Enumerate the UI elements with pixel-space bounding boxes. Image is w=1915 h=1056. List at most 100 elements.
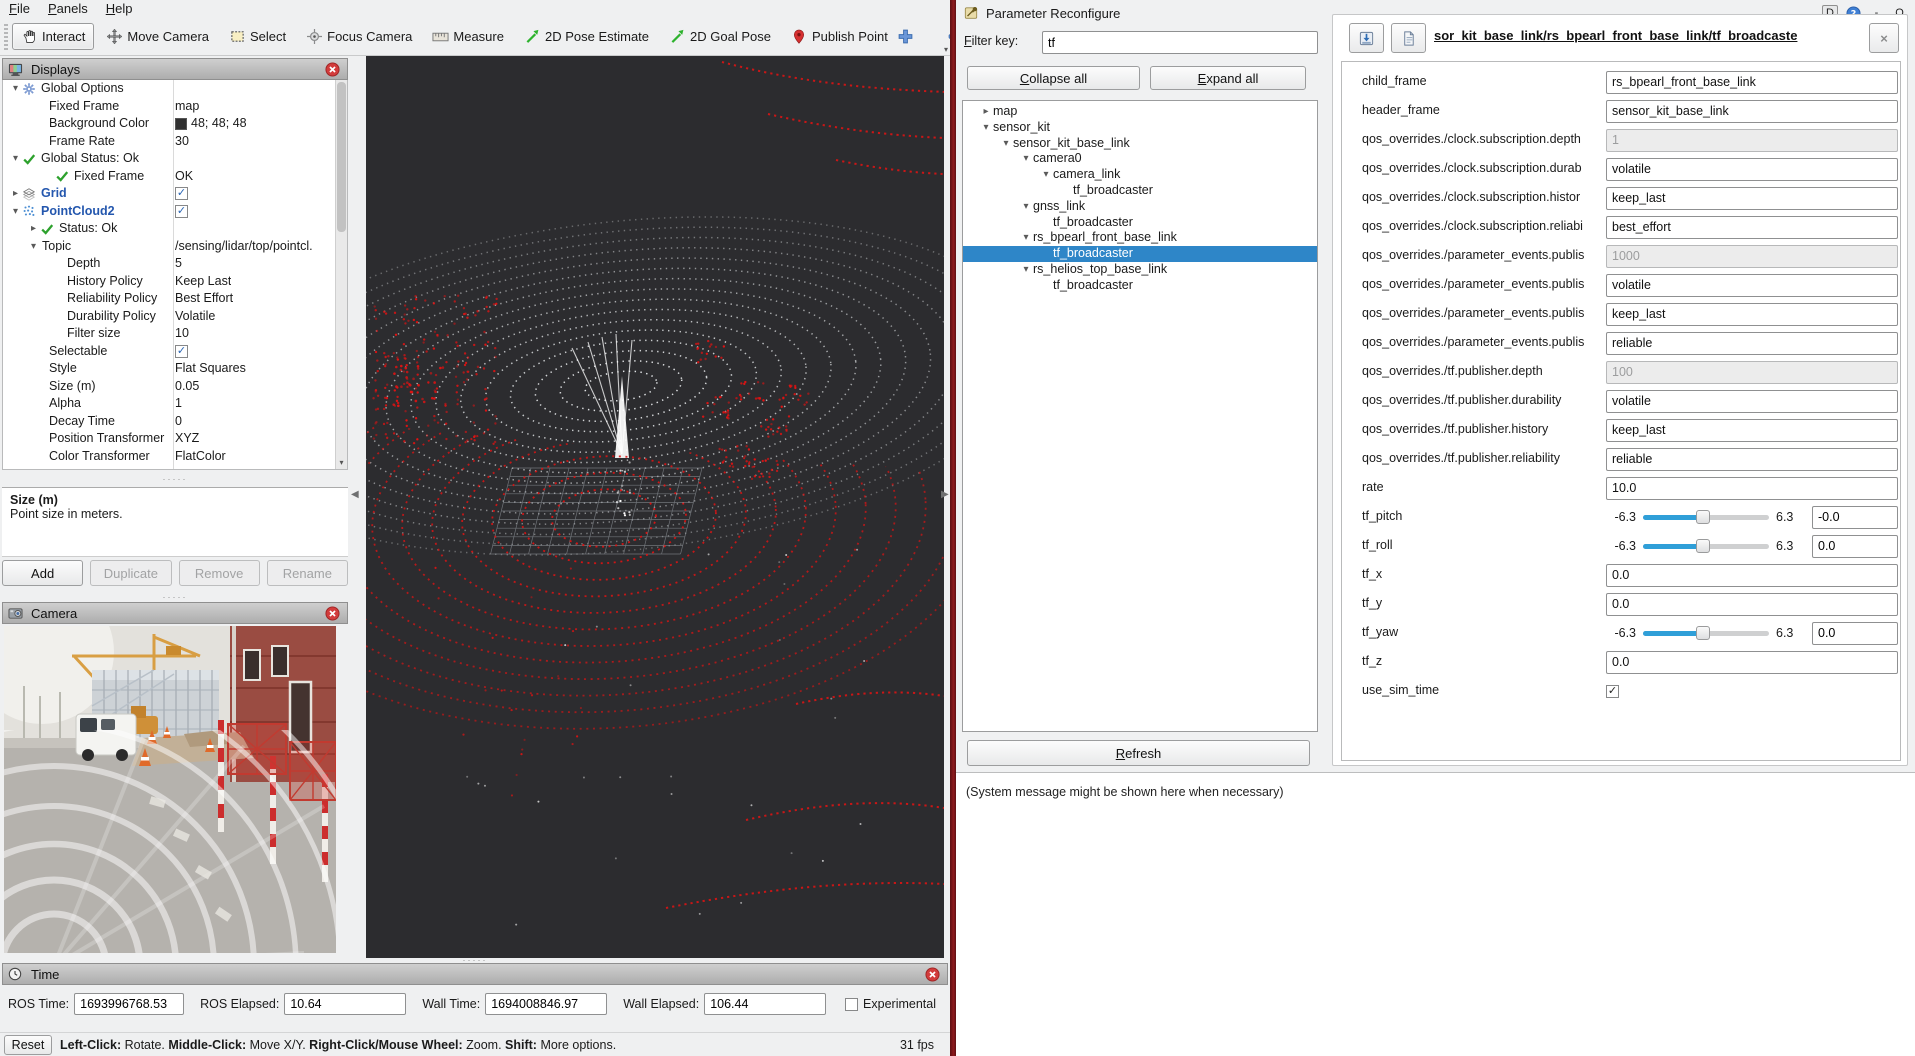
property-value[interactable]: 30: [175, 133, 189, 151]
param-input-tf-pitch[interactable]: [1812, 506, 1898, 529]
collapse-left-dock-icon[interactable]: ◀: [351, 489, 359, 500]
displays-row[interactable]: ▸Status: Ok: [3, 220, 347, 238]
close-tab-icon[interactable]: ×: [1869, 23, 1899, 53]
param-input-qos-overrides-clock-subscription-histor[interactable]: [1606, 187, 1898, 210]
node-tree-row[interactable]: tf_broadcaster: [963, 278, 1317, 294]
param-input-rate[interactable]: [1606, 477, 1898, 500]
property-value[interactable]: 0.05: [175, 378, 199, 396]
displays-row[interactable]: Fixed Framemap: [3, 98, 347, 116]
checkbox[interactable]: ✓: [175, 205, 188, 218]
param-input-qos-overrides-parameter-events-publis[interactable]: [1606, 332, 1898, 355]
displays-row[interactable]: Decay Time0: [3, 413, 347, 431]
add-button[interactable]: Add: [2, 560, 83, 586]
expander-down-icon[interactable]: ▾: [27, 238, 40, 256]
add-tool-icon[interactable]: [896, 27, 916, 47]
menu-panels[interactable]: Panels: [39, 0, 97, 18]
slider-track-tf-pitch[interactable]: [1643, 515, 1769, 520]
param-input-qos-overrides-tf-publisher-history[interactable]: [1606, 419, 1898, 442]
property-value[interactable]: ✓: [175, 185, 188, 203]
expander-down-icon[interactable]: ▾: [999, 136, 1013, 152]
node-tree-row[interactable]: ▾camera0: [963, 151, 1317, 167]
node-tree-row[interactable]: ▾rs_bpearl_front_base_link: [963, 230, 1317, 246]
displays-row[interactable]: Durability PolicyVolatile: [3, 308, 347, 326]
property-value[interactable]: ✓: [175, 343, 188, 361]
remove-button[interactable]: Remove: [179, 560, 260, 586]
expander-down-icon[interactable]: ▾: [1019, 230, 1033, 246]
displays-row[interactable]: Alpha1: [3, 395, 347, 413]
displays-row[interactable]: ▾Topic/sensing/lidar/top/pointcl.: [3, 238, 347, 256]
node-tree-row[interactable]: tf_broadcaster: [963, 183, 1317, 199]
checkbox[interactable]: ✓: [175, 345, 188, 358]
toolbar-overflow-icon[interactable]: ▾: [944, 45, 948, 54]
property-value[interactable]: 48; 48; 48: [175, 115, 247, 133]
collapse-all-button[interactable]: Collapse all: [967, 66, 1140, 90]
displays-row[interactable]: ▾Global Options: [3, 80, 347, 98]
expander-down-icon[interactable]: ▾: [1039, 167, 1053, 183]
param-input-qos-overrides-parameter-events-publis[interactable]: [1606, 274, 1898, 297]
property-value[interactable]: Volatile: [175, 308, 215, 326]
camera-panel-titlebar[interactable]: Camera: [2, 602, 348, 624]
property-value[interactable]: Best Effort: [175, 290, 233, 308]
displays-row[interactable]: Background Color48; 48; 48: [3, 115, 347, 133]
node-tree-row[interactable]: ▸map: [963, 104, 1317, 120]
menu-file[interactable]: File: [0, 0, 39, 18]
node-tree-row-selected[interactable]: tf_broadcaster: [963, 246, 1317, 262]
tool-measure[interactable]: Measure: [424, 24, 512, 49]
node-tree-row[interactable]: tf_broadcaster: [963, 215, 1317, 231]
property-value[interactable]: /sensing/lidar/top/pointcl.: [175, 238, 313, 256]
property-value[interactable]: 5: [175, 255, 182, 273]
experimental-checkbox[interactable]: [845, 998, 858, 1011]
param-input-tf-y[interactable]: [1606, 593, 1898, 616]
expander-down-icon[interactable]: ▾: [979, 120, 993, 136]
filter-key-input[interactable]: [1042, 31, 1318, 54]
displays-scrollbar[interactable]: ▾: [335, 80, 347, 469]
displays-row[interactable]: ▾Global Status: Ok: [3, 150, 347, 168]
tool-interact[interactable]: Interact: [12, 23, 94, 50]
displays-row[interactable]: Color TransformerFlatColor: [3, 448, 347, 466]
property-value[interactable]: FlatColor: [175, 448, 226, 466]
expander-right-icon[interactable]: ▸: [27, 220, 40, 238]
displays-row[interactable]: Selectable✓: [3, 343, 347, 361]
node-tab-title[interactable]: sor_kit_base_link/rs_bpearl_front_base_l…: [1434, 28, 1863, 43]
displays-row[interactable]: Position TransformerXYZ: [3, 430, 347, 448]
scrollbar-thumb[interactable]: [337, 82, 346, 232]
close-icon[interactable]: [325, 62, 342, 76]
load-params-button[interactable]: [1391, 23, 1426, 53]
tool-focus-camera[interactable]: Focus Camera: [298, 24, 420, 49]
displays-row[interactable]: Size (m)0.05: [3, 378, 347, 396]
tool-2d-goal-pose[interactable]: 2D Goal Pose: [661, 24, 779, 49]
displays-row[interactable]: Depth5: [3, 255, 347, 273]
property-value[interactable]: map: [175, 98, 199, 116]
wall-elapsed-input[interactable]: [704, 993, 826, 1015]
node-tree-row[interactable]: ▾rs_helios_top_base_link: [963, 262, 1317, 278]
displays-row[interactable]: Reliability PolicyBest Effort: [3, 290, 347, 308]
wall-time-input[interactable]: [485, 993, 607, 1015]
expander-down-icon[interactable]: ▾: [1019, 199, 1033, 215]
param-input-tf-z[interactable]: [1606, 651, 1898, 674]
node-tree-row[interactable]: ▾sensor_kit_base_link: [963, 136, 1317, 152]
close-icon[interactable]: [925, 967, 942, 981]
displays-row[interactable]: Frame Rate30: [3, 133, 347, 151]
ros-time-input[interactable]: [74, 993, 184, 1015]
node-tree-row[interactable]: ▾gnss_link: [963, 199, 1317, 215]
param-input-qos-overrides-clock-subscription-reliabi[interactable]: [1606, 216, 1898, 239]
tool-publish-point[interactable]: Publish Point: [783, 24, 896, 49]
expander-right-icon[interactable]: ▸: [979, 104, 993, 120]
expand-all-button[interactable]: Expand all: [1150, 66, 1306, 90]
param-input-tf-roll[interactable]: [1812, 535, 1898, 558]
ros-elapsed-input[interactable]: [284, 993, 406, 1015]
property-value[interactable]: OK: [175, 168, 193, 186]
param-input-qos-overrides-tf-publisher-durability[interactable]: [1606, 390, 1898, 413]
param-input-header-frame[interactable]: [1606, 100, 1898, 123]
splitter-handle[interactable]: ·····: [2, 592, 348, 602]
param-input-tf-x[interactable]: [1606, 564, 1898, 587]
property-value[interactable]: 0: [175, 413, 182, 431]
slider-handle[interactable]: [1696, 510, 1710, 524]
tool-select[interactable]: Select: [221, 24, 294, 49]
duplicate-button[interactable]: Duplicate: [90, 560, 171, 586]
reset-button[interactable]: Reset: [4, 1035, 52, 1055]
property-value[interactable]: 1: [175, 395, 182, 413]
property-value[interactable]: XYZ: [175, 430, 199, 448]
param-input-qos-overrides-parameter-events-publis[interactable]: [1606, 303, 1898, 326]
refresh-button[interactable]: Refresh: [967, 740, 1310, 766]
